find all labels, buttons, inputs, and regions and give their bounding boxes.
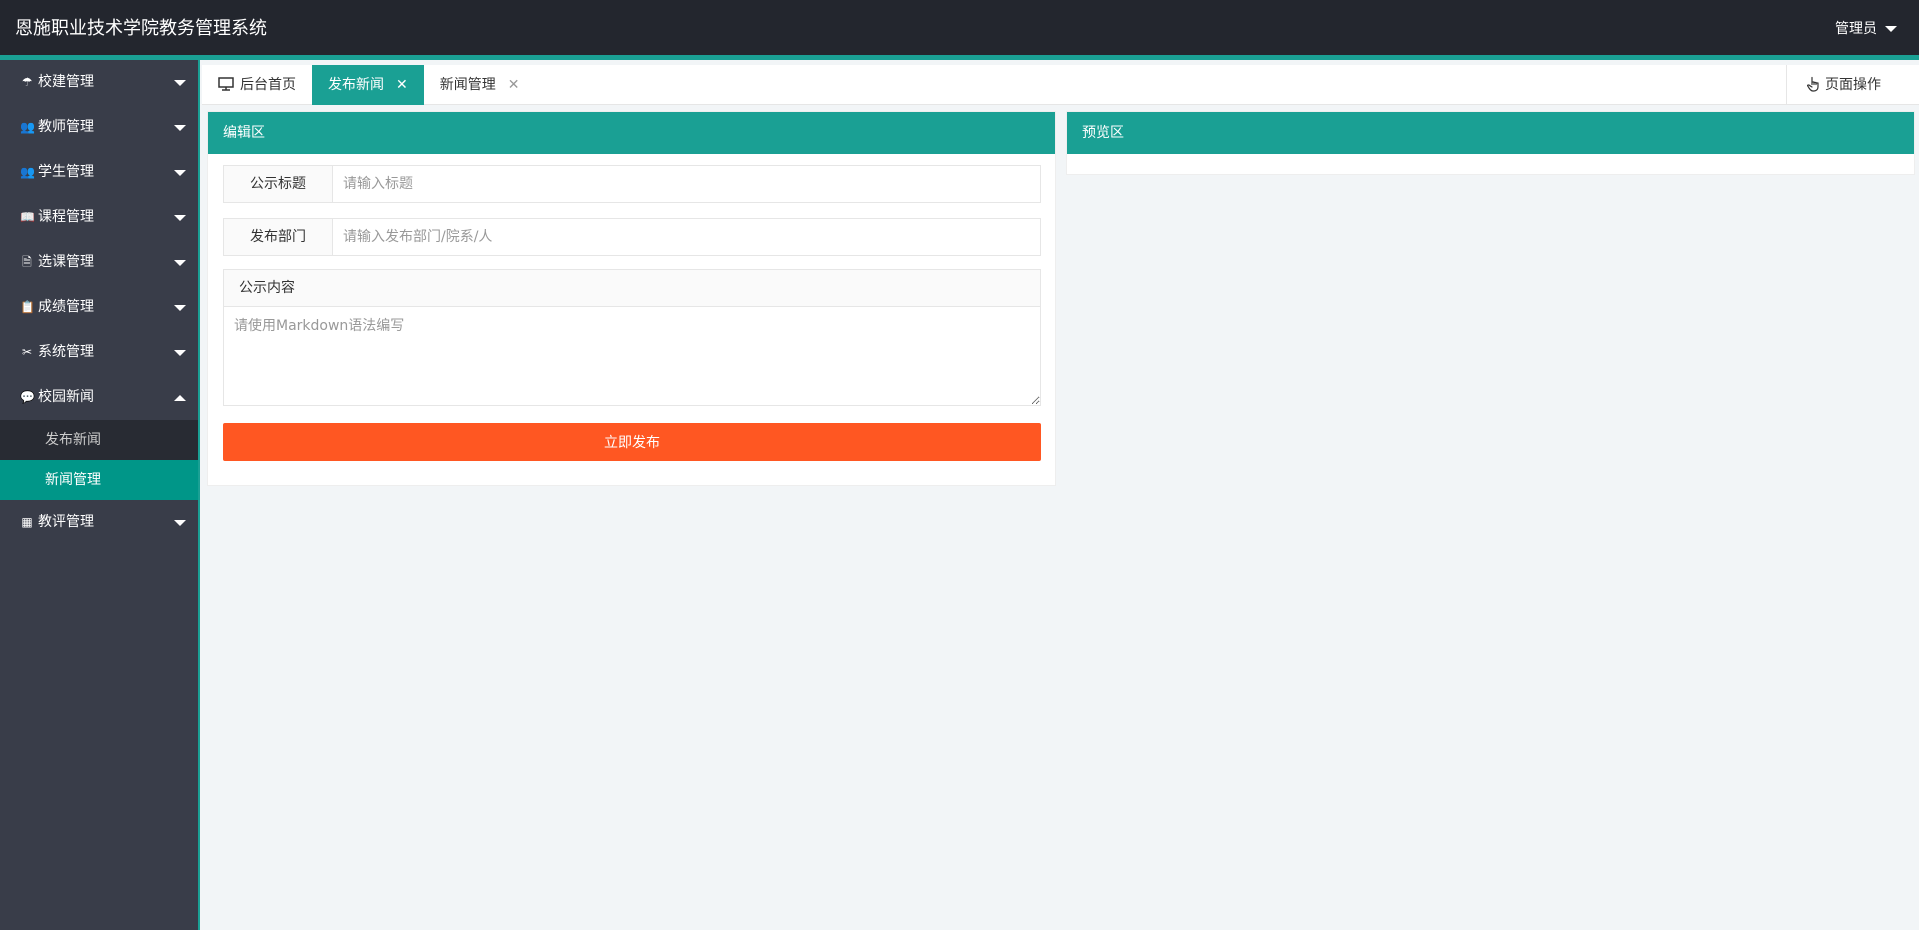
department-row: 发布部门 [223, 218, 1041, 256]
content-textarea[interactable] [224, 307, 1040, 405]
chevron-down-icon [174, 170, 186, 176]
sidebar-item-label: 系统管理 [38, 344, 94, 360]
clipboard-icon: 📋 [20, 300, 35, 314]
sidebar-item-selection[interactable]: 🗎 选课管理 [0, 240, 198, 285]
tab-bar: 后台首页 发布新闻 ✕ 新闻管理 ✕ 页面操作 [202, 65, 1919, 105]
sidebar-item-label: 教师管理 [38, 119, 94, 135]
sidebar-item-teachers[interactable]: 👥 教师管理 [0, 105, 198, 150]
chevron-down-icon [174, 520, 186, 526]
chevron-up-icon [174, 395, 186, 401]
users-icon: 👥 [20, 165, 35, 179]
publish-button[interactable]: 立即发布 [223, 423, 1041, 461]
tab-home[interactable]: 后台首页 [202, 65, 312, 105]
sidebar-subitem-news-manage[interactable]: 新闻管理 [0, 460, 198, 500]
monitor-icon [218, 77, 234, 91]
content-label: 公示内容 [224, 270, 1040, 307]
preview-card: 预览区 [1066, 111, 1915, 175]
tab-label: 新闻管理 [439, 77, 496, 93]
close-icon[interactable]: ✕ [396, 77, 408, 93]
preview-card-title: 预览区 [1067, 112, 1914, 154]
page-operations-label: 页面操作 [1825, 77, 1881, 93]
department-input[interactable] [333, 219, 1040, 255]
sidebar-subitem-publish-news[interactable]: 发布新闻 [0, 420, 198, 460]
close-icon[interactable]: ✕ [508, 77, 520, 93]
chevron-down-icon [174, 125, 186, 131]
umbrella-icon: ☂ [21, 75, 33, 89]
content-box: 公示内容 [223, 269, 1041, 406]
editor-card-title: 编辑区 [208, 112, 1055, 154]
chevron-down-icon [174, 350, 186, 356]
users-icon: 👥 [20, 120, 35, 134]
system-title: 恩施职业技术学院教务管理系统 [15, 18, 267, 39]
book-icon: 📖 [20, 210, 35, 224]
top-header: 恩施职业技术学院教务管理系统 管理员 [0, 0, 1919, 60]
title-row: 公示标题 [223, 165, 1041, 203]
hand-pointer-icon [1806, 76, 1819, 92]
sidebar-item-label: 校园新闻 [38, 389, 94, 405]
news-submenu: 发布新闻 新闻管理 [0, 420, 198, 500]
tab-news-manage[interactable]: 新闻管理 ✕ [424, 65, 536, 105]
chevron-down-icon [174, 215, 186, 221]
tab-label: 发布新闻 [328, 77, 384, 93]
sidebar-item-courses[interactable]: 📖 课程管理 [0, 195, 198, 240]
tab-label: 后台首页 [240, 77, 296, 93]
chevron-down-icon [174, 80, 186, 86]
title-label: 公示标题 [224, 166, 333, 202]
sidebar-item-label: 选课管理 [38, 254, 94, 270]
table-icon: ▦ [21, 515, 33, 529]
sidebar-item-label: 教评管理 [38, 514, 94, 530]
user-menu[interactable]: 管理员 [1835, 0, 1897, 58]
sidebar-item-grades[interactable]: 📋 成绩管理 [0, 285, 198, 330]
user-name: 管理员 [1835, 21, 1877, 37]
sidebar-item-label: 课程管理 [38, 209, 94, 225]
sidebar-item-label: 成绩管理 [38, 299, 94, 315]
chevron-down-icon [1885, 26, 1897, 32]
sidebar: ☂ 校建管理 👥 教师管理 👥 学生管理 📖 课程管理 🗎 选课管理 📋 成绩管理 ✂ 系统管… [0, 60, 200, 930]
sidebar-item-campus[interactable]: ☂ 校建管理 [0, 60, 198, 105]
department-label: 发布部门 [224, 219, 333, 255]
chevron-down-icon [174, 260, 186, 266]
sidebar-item-system[interactable]: ✂ 系统管理 [0, 330, 198, 375]
sidebar-item-students[interactable]: 👥 学生管理 [0, 150, 198, 195]
chat-icon: 💬 [20, 390, 35, 404]
sidebar-item-label: 学生管理 [38, 164, 94, 180]
document-icon: 🗎 [22, 255, 32, 269]
sidebar-item-label: 校建管理 [38, 74, 94, 90]
page-operations-button[interactable]: 页面操作 [1786, 65, 1919, 105]
title-input[interactable] [333, 166, 1040, 202]
tab-publish-news[interactable]: 发布新闻 ✕ [312, 65, 424, 105]
sidebar-item-news[interactable]: 💬 校园新闻 [0, 375, 198, 420]
chevron-down-icon [174, 305, 186, 311]
sidebar-item-evaluation[interactable]: ▦ 教评管理 [0, 500, 198, 545]
editor-card: 编辑区 公示标题 发布部门 公示内容 立即发布 [207, 111, 1056, 486]
tools-icon: ✂ [21, 345, 33, 359]
